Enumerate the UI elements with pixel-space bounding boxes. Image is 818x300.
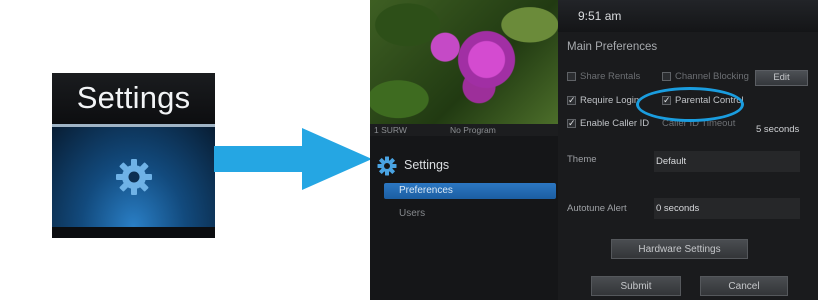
caller-id-timeout-value[interactable]: 5 seconds bbox=[756, 124, 799, 135]
require-login-label: Require Login bbox=[580, 95, 640, 106]
theme-label: Theme bbox=[567, 154, 597, 165]
settings-nav-title: Settings bbox=[404, 158, 450, 172]
gear-icon bbox=[377, 156, 397, 176]
main-preferences-panel: Main Preferences Share Rentals Channel B… bbox=[558, 32, 818, 300]
live-tv-preview bbox=[370, 0, 558, 124]
share-rentals-checkbox[interactable] bbox=[567, 72, 576, 81]
channel-blocking-checkbox[interactable] bbox=[662, 72, 671, 81]
program-name: No Program bbox=[450, 125, 496, 135]
require-login-checkbox[interactable] bbox=[567, 94, 576, 106]
theme-select[interactable]: Default bbox=[654, 151, 800, 172]
hardware-settings-button[interactable]: Hardware Settings bbox=[611, 239, 748, 259]
highlight-circle bbox=[636, 87, 744, 122]
autotune-alert-label: Autotune Alert bbox=[567, 203, 627, 214]
tv-settings-screen: 1 SURW No Program Settings Preferences U… bbox=[370, 0, 818, 300]
edit-button[interactable]: Edit bbox=[755, 70, 808, 86]
submit-button[interactable]: Submit bbox=[591, 276, 681, 296]
share-rentals-label: Share Rentals bbox=[580, 71, 641, 82]
main-preferences-title: Main Preferences bbox=[567, 41, 658, 53]
channel-number: 1 SURW bbox=[374, 125, 407, 135]
settings-nav-header: Settings bbox=[377, 156, 547, 176]
arrow-right-icon bbox=[214, 128, 372, 190]
settings-tile-zoom: Settings bbox=[52, 73, 215, 238]
enable-caller-id-checkbox[interactable] bbox=[567, 117, 576, 129]
channel-blocking-label: Channel Blocking bbox=[675, 71, 749, 82]
autotune-alert-select[interactable]: 0 seconds bbox=[654, 198, 800, 219]
nav-item-preferences[interactable]: Preferences bbox=[384, 183, 556, 199]
cancel-button[interactable]: Cancel bbox=[700, 276, 788, 296]
status-bar: 9:51 am bbox=[558, 0, 818, 32]
nav-item-users[interactable]: Users bbox=[399, 208, 425, 219]
enable-caller-id-label: Enable Caller ID bbox=[580, 118, 650, 129]
clock: 9:51 am bbox=[578, 9, 622, 23]
tile-title: Settings bbox=[52, 73, 215, 123]
channel-info-bar: 1 SURW No Program bbox=[370, 124, 558, 136]
settings-tile-button[interactable] bbox=[52, 127, 215, 227]
gear-icon bbox=[115, 159, 152, 195]
